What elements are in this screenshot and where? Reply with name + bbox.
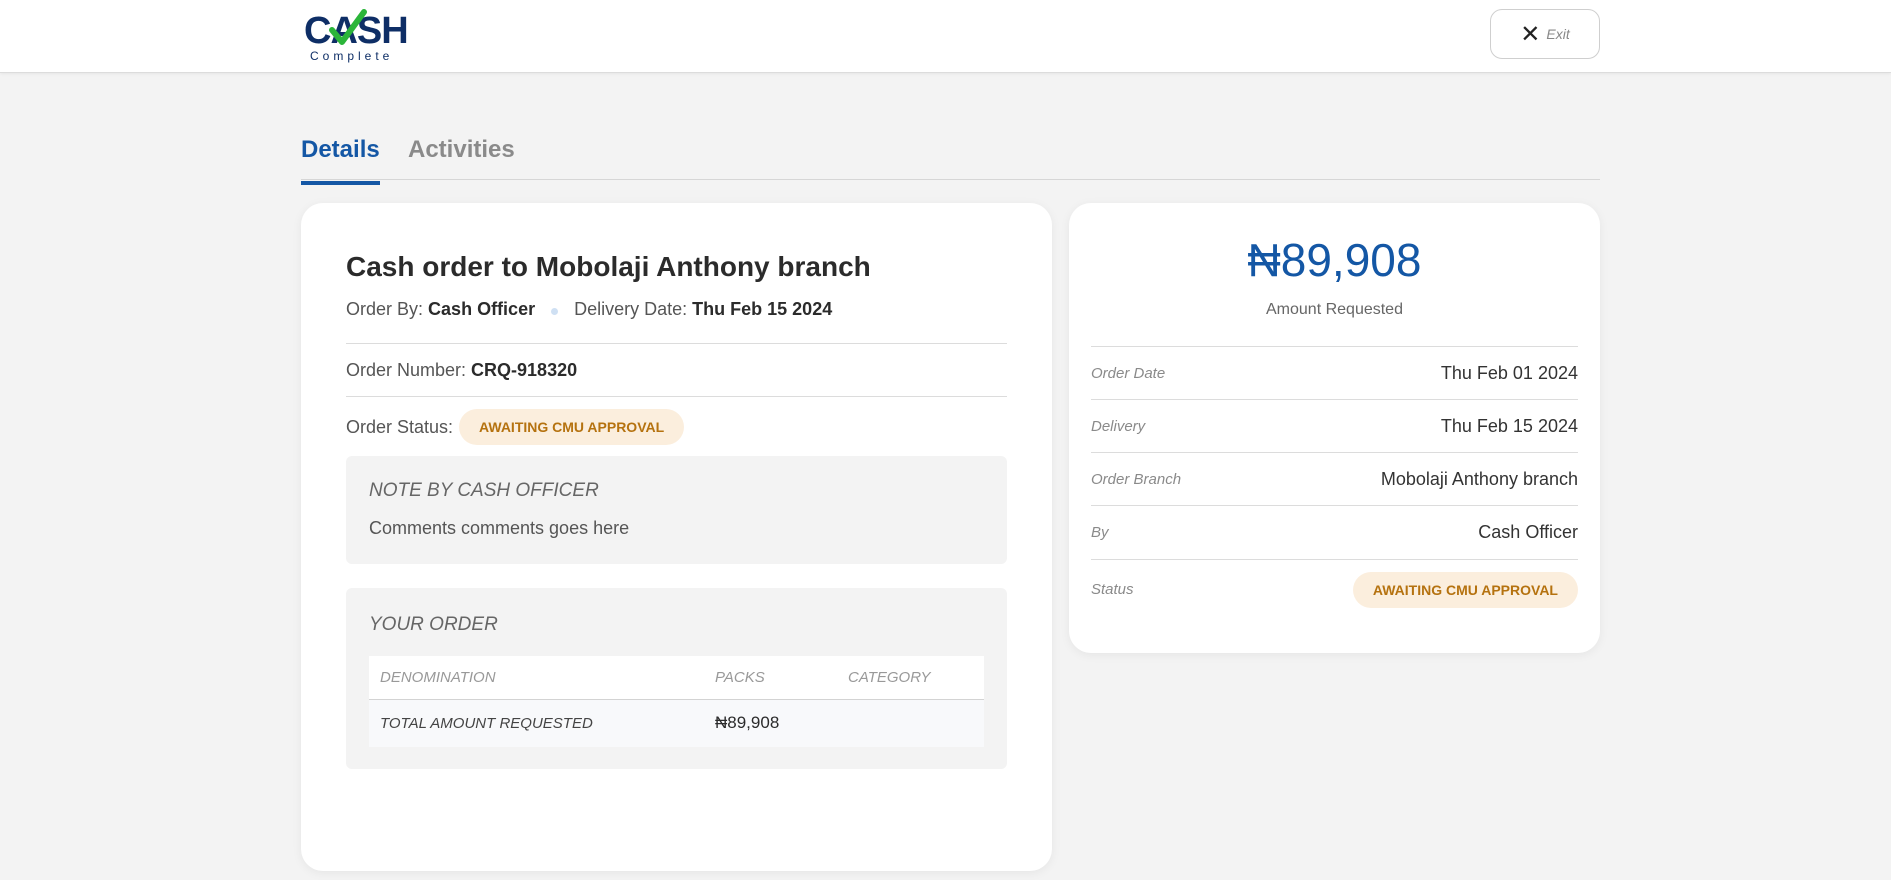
order-number-value: CRQ-918320 bbox=[471, 360, 578, 380]
checkmark-icon bbox=[329, 9, 367, 45]
empty-cell bbox=[837, 699, 984, 747]
summary-row-delivery: Delivery Thu Feb 15 2024 bbox=[1091, 399, 1578, 452]
exit-label: Exit bbox=[1546, 26, 1570, 42]
summary-row-order-date: Order Date Thu Feb 01 2024 bbox=[1091, 346, 1578, 399]
summary-key: Delivery bbox=[1091, 417, 1146, 435]
summary-value: Mobolaji Anthony branch bbox=[1380, 468, 1578, 489]
divider bbox=[346, 396, 1007, 397]
summary-key: Status bbox=[1091, 581, 1134, 598]
order-number-row: Order Number: CRQ-918320 bbox=[346, 360, 577, 381]
order-number-label: Order Number: bbox=[346, 360, 467, 380]
top-bar: CASH Complete ✕ Exit bbox=[0, 0, 1891, 73]
order-table: DENOMINATION PACKS CATEGORY TOTAL AMOUNT… bbox=[369, 656, 984, 747]
table-header-row: DENOMINATION PACKS CATEGORY bbox=[369, 656, 984, 700]
cash-complete-logo[interactable]: CASH Complete bbox=[304, 9, 409, 66]
summary-value: Thu Feb 15 2024 bbox=[1440, 415, 1578, 436]
amount-requested-label: Amount Requested bbox=[1266, 301, 1403, 318]
note-text: Comments comments goes here bbox=[369, 518, 630, 538]
order-by-value: Cash Officer bbox=[428, 299, 536, 319]
total-amount-label: TOTAL AMOUNT REQUESTED bbox=[369, 699, 704, 747]
status-badge: AWAITING CMU APPROVAL bbox=[1352, 571, 1578, 608]
divider bbox=[346, 343, 1007, 344]
amount-requested-value: ₦89,908 bbox=[1247, 234, 1422, 286]
close-icon: ✕ bbox=[1520, 20, 1541, 48]
logo-subtitle: Complete bbox=[310, 49, 394, 63]
your-order-title: YOUR ORDER bbox=[369, 614, 498, 635]
column-header-packs: PACKS bbox=[704, 656, 837, 700]
order-summary-card: ₦89,908 Amount Requested Order Date Thu … bbox=[1069, 203, 1600, 653]
summary-row-by: By Cash Officer bbox=[1091, 505, 1578, 558]
order-by-label: Order By: bbox=[346, 299, 424, 319]
status-badge: AWAITING CMU APPROVAL bbox=[459, 409, 685, 445]
tab-details[interactable]: Details bbox=[301, 136, 380, 185]
tab-activities[interactable]: Activities bbox=[408, 136, 515, 176]
summary-row-status: Status AWAITING CMU APPROVAL bbox=[1091, 559, 1578, 619]
order-status-label: Order Status: bbox=[346, 416, 454, 437]
note-title: NOTE BY CASH OFFICER bbox=[369, 480, 599, 501]
delivery-date-value: Thu Feb 15 2024 bbox=[692, 299, 833, 319]
summary-key: Order Branch bbox=[1091, 470, 1182, 488]
note-box: NOTE BY CASH OFFICER Comments comments g… bbox=[346, 456, 1007, 564]
your-order-box: YOUR ORDER DENOMINATION PACKS CATEGORY T… bbox=[346, 588, 1007, 769]
column-header-denomination: DENOMINATION bbox=[369, 656, 704, 700]
total-amount-value: ₦89,908 bbox=[704, 699, 837, 747]
summary-row-order-branch: Order Branch Mobolaji Anthony branch bbox=[1091, 452, 1578, 505]
summary-key: Order Date bbox=[1091, 364, 1166, 382]
summary-value: Thu Feb 01 2024 bbox=[1440, 362, 1578, 383]
order-title: Cash order to Mobolaji Anthony branch bbox=[346, 251, 871, 282]
order-meta: Order By: Cash Officer Delivery Date: Th… bbox=[346, 299, 832, 320]
table-row: TOTAL AMOUNT REQUESTED ₦89,908 bbox=[369, 699, 984, 747]
order-status-row: Order Status: AWAITING CMU APPROVAL bbox=[346, 409, 685, 445]
tab-bar: Details Activities bbox=[301, 130, 1600, 185]
summary-key: By bbox=[1091, 523, 1109, 541]
column-header-category: CATEGORY bbox=[837, 656, 984, 700]
summary-value: Cash Officer bbox=[1478, 521, 1578, 542]
exit-button[interactable]: ✕ Exit bbox=[1490, 9, 1600, 59]
order-details-card: Cash order to Mobolaji Anthony branch Or… bbox=[301, 203, 1052, 871]
separator-dot bbox=[551, 308, 559, 315]
delivery-date-label: Delivery Date: bbox=[574, 299, 688, 319]
